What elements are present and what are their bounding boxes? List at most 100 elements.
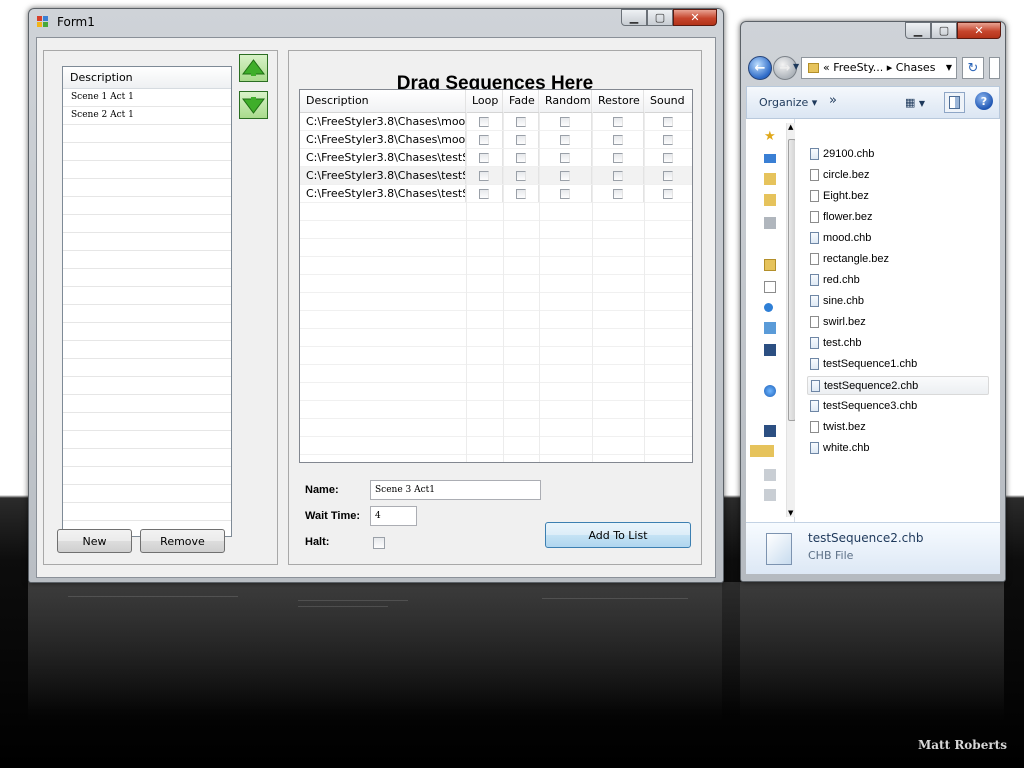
option-checkbox[interactable] bbox=[663, 134, 673, 145]
option-checkbox[interactable] bbox=[663, 152, 673, 163]
search-box[interactable] bbox=[989, 57, 1000, 79]
option-checkbox[interactable] bbox=[479, 152, 489, 163]
scroll-down-icon[interactable]: ▼ bbox=[788, 509, 793, 517]
file-item[interactable]: swirl.bez bbox=[807, 313, 989, 332]
option-cell[interactable] bbox=[539, 167, 592, 184]
table-row[interactable]: C:\FreeStyler3.8\Chases\mood... bbox=[300, 131, 692, 149]
file-item[interactable]: test.chb bbox=[807, 334, 989, 353]
option-cell[interactable] bbox=[644, 167, 692, 184]
network-drive-icon[interactable] bbox=[764, 469, 776, 481]
halt-checkbox[interactable] bbox=[373, 537, 385, 549]
file-item[interactable]: white.chb bbox=[807, 439, 989, 458]
recent-places-icon[interactable] bbox=[764, 194, 776, 206]
network-icon[interactable] bbox=[764, 489, 776, 501]
option-cell[interactable] bbox=[466, 131, 503, 148]
move-up-button[interactable] bbox=[239, 54, 268, 82]
option-checkbox[interactable] bbox=[560, 134, 570, 145]
column-header[interactable]: Loop bbox=[466, 90, 503, 112]
option-checkbox[interactable] bbox=[663, 116, 673, 127]
file-item[interactable]: flower.bez bbox=[807, 208, 989, 227]
option-cell[interactable] bbox=[644, 113, 692, 130]
address-bar[interactable]: « FreeSty... ▸ Chases ▼ bbox=[801, 57, 957, 79]
option-cell[interactable] bbox=[539, 185, 592, 202]
option-checkbox[interactable] bbox=[612, 116, 623, 127]
history-dropdown-icon[interactable]: ▼ bbox=[793, 62, 799, 71]
option-checkbox[interactable] bbox=[479, 134, 489, 145]
back-button[interactable]: ← bbox=[748, 56, 772, 80]
videos-icon[interactable] bbox=[764, 344, 776, 356]
column-header[interactable]: Restore bbox=[592, 90, 644, 112]
option-checkbox[interactable] bbox=[560, 152, 570, 163]
file-item[interactable]: Eight.bez bbox=[807, 187, 989, 206]
close-button[interactable]: ✕ bbox=[673, 9, 717, 26]
network-place-icon[interactable] bbox=[764, 217, 776, 229]
option-cell[interactable] bbox=[503, 167, 539, 184]
file-item[interactable]: sine.chb bbox=[807, 292, 989, 311]
table-row[interactable]: C:\FreeStyler3.8\Chases\testS... bbox=[300, 167, 692, 185]
option-cell[interactable] bbox=[592, 149, 644, 166]
option-cell[interactable] bbox=[644, 149, 692, 166]
option-checkbox[interactable] bbox=[612, 170, 623, 181]
option-cell[interactable] bbox=[644, 185, 692, 202]
file-item[interactable]: red.chb bbox=[807, 271, 989, 290]
move-down-button[interactable] bbox=[239, 91, 268, 119]
file-item[interactable]: circle.bez bbox=[807, 166, 989, 185]
help-button[interactable]: ? bbox=[975, 92, 993, 110]
documents-icon[interactable] bbox=[764, 281, 776, 293]
file-item[interactable]: 29100.chb bbox=[807, 145, 989, 164]
list-item[interactable]: Scene 1 Act 1 bbox=[63, 89, 231, 107]
option-cell[interactable] bbox=[592, 185, 644, 202]
option-cell[interactable] bbox=[466, 149, 503, 166]
option-cell[interactable] bbox=[466, 185, 503, 202]
maximize-button[interactable]: ▢ bbox=[931, 22, 957, 39]
file-item[interactable]: testSequence2.chb bbox=[807, 376, 989, 395]
file-item[interactable]: rectangle.bez bbox=[807, 250, 989, 269]
organize-menu[interactable]: Organize ▾ bbox=[759, 96, 817, 109]
column-header[interactable]: Description bbox=[300, 90, 466, 112]
scene-listbox[interactable]: Description Scene 1 Act 1 Scene 2 Act 1 bbox=[62, 66, 232, 537]
option-checkbox[interactable] bbox=[612, 134, 623, 145]
option-checkbox[interactable] bbox=[515, 170, 526, 181]
wait-time-input[interactable]: 4 bbox=[370, 506, 417, 526]
option-checkbox[interactable] bbox=[479, 170, 489, 181]
minimize-button[interactable]: ▁ bbox=[905, 22, 931, 39]
sequence-grid[interactable]: Description Loop Fade Random Restore Sou… bbox=[299, 89, 693, 463]
file-item[interactable]: twist.bez bbox=[807, 418, 989, 437]
option-checkbox[interactable] bbox=[560, 188, 570, 199]
address-dropdown-icon[interactable]: ▼ bbox=[946, 58, 952, 78]
option-cell[interactable] bbox=[592, 113, 644, 130]
minimize-button[interactable]: ▁ bbox=[621, 9, 647, 26]
option-cell[interactable] bbox=[503, 185, 539, 202]
option-checkbox[interactable] bbox=[560, 116, 570, 127]
name-input[interactable]: Scene 3 Act1 bbox=[370, 480, 541, 500]
title-bar[interactable]: Form1 ▁ ▢ ✕ bbox=[29, 9, 723, 37]
option-cell[interactable] bbox=[466, 113, 503, 130]
computer-icon[interactable] bbox=[764, 425, 776, 437]
scene-list-header[interactable]: Description bbox=[63, 67, 231, 89]
option-cell[interactable] bbox=[466, 167, 503, 184]
option-cell[interactable] bbox=[503, 113, 539, 130]
option-checkbox[interactable] bbox=[515, 134, 526, 145]
file-item[interactable]: testSequence1.chb bbox=[807, 355, 989, 374]
file-item[interactable]: testSequence3.chb bbox=[807, 397, 989, 416]
music-icon[interactable] bbox=[764, 303, 773, 312]
downloads-folder-icon[interactable] bbox=[764, 173, 776, 185]
remove-button[interactable]: Remove bbox=[140, 529, 225, 553]
new-button[interactable]: New bbox=[57, 529, 132, 553]
option-cell[interactable] bbox=[503, 131, 539, 148]
list-item[interactable]: Scene 2 Act 1 bbox=[63, 107, 231, 125]
option-cell[interactable] bbox=[644, 131, 692, 148]
option-cell[interactable] bbox=[539, 131, 592, 148]
more-commands[interactable]: » bbox=[829, 93, 837, 108]
table-row[interactable]: C:\FreeStyler3.8\Chases\testS... bbox=[300, 149, 692, 167]
column-header[interactable]: Random bbox=[539, 90, 592, 112]
file-item[interactable]: mood.chb bbox=[807, 229, 989, 248]
option-cell[interactable] bbox=[592, 167, 644, 184]
option-cell[interactable] bbox=[539, 113, 592, 130]
option-checkbox[interactable] bbox=[612, 188, 623, 199]
favorites-star-icon[interactable]: ★ bbox=[764, 130, 776, 143]
option-checkbox[interactable] bbox=[612, 152, 623, 163]
refresh-button[interactable]: ↻ bbox=[962, 57, 984, 79]
option-cell[interactable] bbox=[592, 131, 644, 148]
add-to-list-button[interactable]: Add To List bbox=[545, 522, 691, 548]
